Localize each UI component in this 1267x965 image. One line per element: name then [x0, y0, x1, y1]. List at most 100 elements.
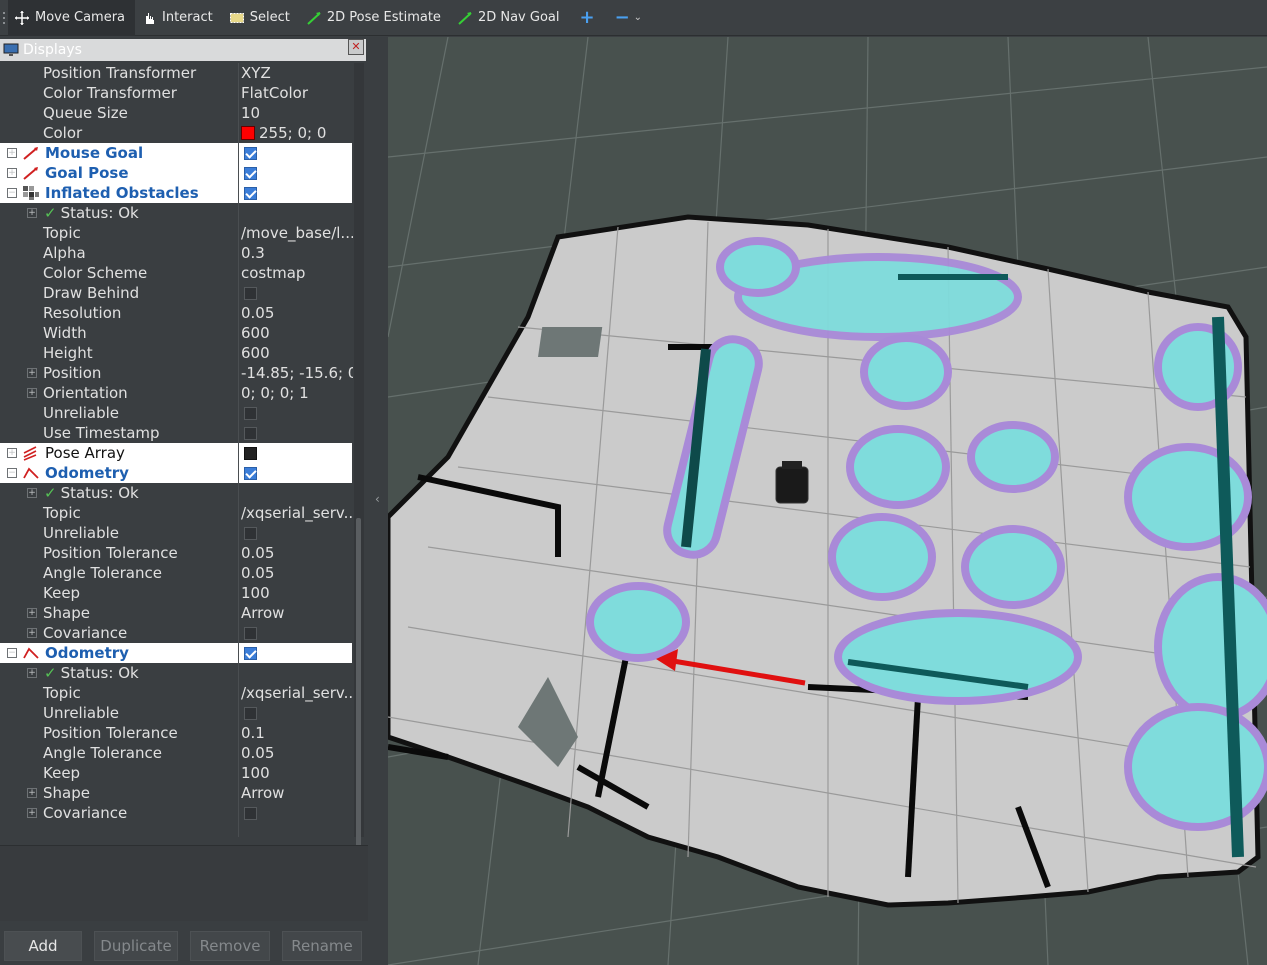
property-value[interactable]: 0.05: [241, 304, 353, 322]
nav-goal-tool[interactable]: 2D Nav Goal: [451, 0, 570, 36]
expand-toggle-icon[interactable]: −: [7, 188, 17, 198]
tree-row[interactable]: Width 600: [0, 323, 352, 343]
select-tool[interactable]: Select: [223, 0, 300, 36]
property-checkbox[interactable]: [244, 287, 257, 300]
scrollbar-thumb[interactable]: [356, 518, 361, 848]
tree-row[interactable]: Color Scheme costmap: [0, 263, 352, 283]
property-checkbox[interactable]: [244, 627, 257, 640]
display-enabled-checkbox[interactable]: [244, 167, 257, 180]
expand-toggle-icon[interactable]: +: [27, 668, 37, 678]
tree-row[interactable]: Unreliable: [0, 523, 352, 543]
tree-row[interactable]: Queue Size 10: [0, 103, 352, 123]
expand-toggle-icon[interactable]: +: [27, 628, 37, 638]
property-value[interactable]: Arrow: [241, 784, 353, 802]
property-value[interactable]: 600: [241, 324, 353, 342]
display-enabled-checkbox[interactable]: [244, 447, 257, 460]
expand-toggle-icon[interactable]: +: [27, 608, 37, 618]
expand-toggle-icon[interactable]: +: [27, 208, 37, 218]
tree-row[interactable]: Alpha 0.3: [0, 243, 352, 263]
vertical-scrollbar[interactable]: [354, 63, 364, 848]
tree-row[interactable]: − Odometry: [0, 643, 352, 663]
tree-row[interactable]: + Mouse Goal: [0, 143, 352, 163]
expand-toggle-icon[interactable]: +: [27, 808, 37, 818]
property-value[interactable]: 255; 0; 0: [241, 124, 353, 142]
expand-toggle-icon[interactable]: +: [27, 488, 37, 498]
tree-row[interactable]: + Orientation 0; 0; 0; 1: [0, 383, 352, 403]
property-value[interactable]: 100: [241, 764, 353, 782]
chevron-down-icon[interactable]: ⌄: [634, 12, 642, 23]
property-value[interactable]: XYZ: [241, 64, 353, 82]
tree-row[interactable]: + Covariance: [0, 623, 352, 643]
property-value[interactable]: Arrow: [241, 604, 353, 622]
tree-row[interactable]: Topic/xqserial_serv...: [0, 683, 353, 703]
property-value[interactable]: 0.05: [241, 564, 353, 582]
property-checkbox[interactable]: [244, 807, 257, 820]
tree-row[interactable]: Position Tolerance 0.05: [0, 543, 352, 563]
property-value[interactable]: /xqserial_serv...: [241, 504, 353, 522]
add-tool-button[interactable]: +: [569, 7, 604, 28]
property-value[interactable]: costmap: [241, 264, 353, 282]
tree-row[interactable]: − Odometry: [0, 463, 352, 483]
tree-row[interactable]: Topic/xqserial_serv...: [0, 503, 353, 523]
property-checkbox[interactable]: [244, 527, 257, 540]
close-icon[interactable]: ✕: [348, 39, 364, 55]
tree-row[interactable]: Topic/move_base/l...: [0, 223, 353, 243]
property-checkbox[interactable]: [244, 427, 257, 440]
property-value[interactable]: 0.05: [241, 544, 353, 562]
property-value[interactable]: 600: [241, 344, 353, 362]
tree-row[interactable]: Position Tolerance 0.1: [0, 723, 352, 743]
panel-splitter[interactable]: ‹: [368, 37, 388, 965]
property-value[interactable]: 100: [241, 584, 353, 602]
display-enabled-checkbox[interactable]: [244, 467, 257, 480]
remove-tool-button[interactable]: −: [605, 7, 632, 28]
expand-toggle-icon[interactable]: +: [7, 168, 17, 178]
tree-row[interactable]: Use Timestamp: [0, 423, 352, 443]
property-value[interactable]: 0.3: [241, 244, 353, 262]
collapse-arrow-icon[interactable]: ‹: [375, 492, 380, 506]
tree-row[interactable]: + ✓ Status: Ok: [0, 663, 352, 683]
tree-row[interactable]: − Inflated Obstacles: [0, 183, 352, 203]
property-value[interactable]: /move_base/l...: [241, 224, 353, 242]
tree-row[interactable]: + ✓ Status: Ok: [0, 483, 352, 503]
tree-row[interactable]: Height 600: [0, 343, 352, 363]
property-value[interactable]: /xqserial_serv...: [241, 684, 353, 702]
expand-toggle-icon[interactable]: +: [27, 788, 37, 798]
expand-toggle-icon[interactable]: +: [27, 368, 37, 378]
tree-row[interactable]: Angle Tolerance 0.05: [0, 563, 352, 583]
tree-row[interactable]: Unreliable: [0, 403, 352, 423]
map-scene[interactable]: [388, 37, 1267, 965]
expand-toggle-icon[interactable]: −: [7, 468, 17, 478]
add-button[interactable]: Add: [4, 931, 82, 961]
property-checkbox[interactable]: [244, 707, 257, 720]
display-enabled-checkbox[interactable]: [244, 187, 257, 200]
tree-row[interactable]: + ✓ Status: Ok: [0, 203, 352, 223]
display-enabled-checkbox[interactable]: [244, 147, 257, 160]
expand-toggle-icon[interactable]: −: [7, 648, 17, 658]
tree-row[interactable]: Resolution 0.05: [0, 303, 352, 323]
tree-row[interactable]: Position Transformer XYZ: [0, 63, 352, 83]
interact-tool[interactable]: Interact: [135, 0, 223, 36]
tree-row[interactable]: + Shape Arrow: [0, 783, 352, 803]
tree-row[interactable]: Unreliable: [0, 703, 352, 723]
pose-estimate-tool[interactable]: 2D Pose Estimate: [300, 0, 451, 36]
property-value[interactable]: 10: [241, 104, 353, 122]
tree-row[interactable]: + Pose Array: [0, 443, 352, 463]
property-value[interactable]: -14.85; -15.6; 0: [241, 364, 353, 382]
remove-button[interactable]: Remove: [190, 931, 270, 961]
tree-row[interactable]: Color Transformer FlatColor: [0, 83, 352, 103]
tree-row[interactable]: + Goal Pose: [0, 163, 352, 183]
tree-row[interactable]: Keep 100: [0, 583, 352, 603]
tree-row[interactable]: Keep 100: [0, 763, 352, 783]
property-checkbox[interactable]: [244, 407, 257, 420]
color-swatch[interactable]: [241, 126, 255, 140]
tree-row[interactable]: + Shape Arrow: [0, 603, 352, 623]
render-view[interactable]: [388, 37, 1267, 965]
tree-row[interactable]: Angle Tolerance 0.05: [0, 743, 352, 763]
move-camera-tool[interactable]: Move Camera: [8, 0, 136, 36]
expand-toggle-icon[interactable]: +: [7, 148, 17, 158]
duplicate-button[interactable]: Duplicate: [94, 931, 178, 961]
expand-toggle-icon[interactable]: +: [7, 448, 17, 458]
display-enabled-checkbox[interactable]: [244, 647, 257, 660]
tree-row[interactable]: + Covariance: [0, 803, 352, 823]
toolbar-grip[interactable]: [0, 0, 8, 36]
